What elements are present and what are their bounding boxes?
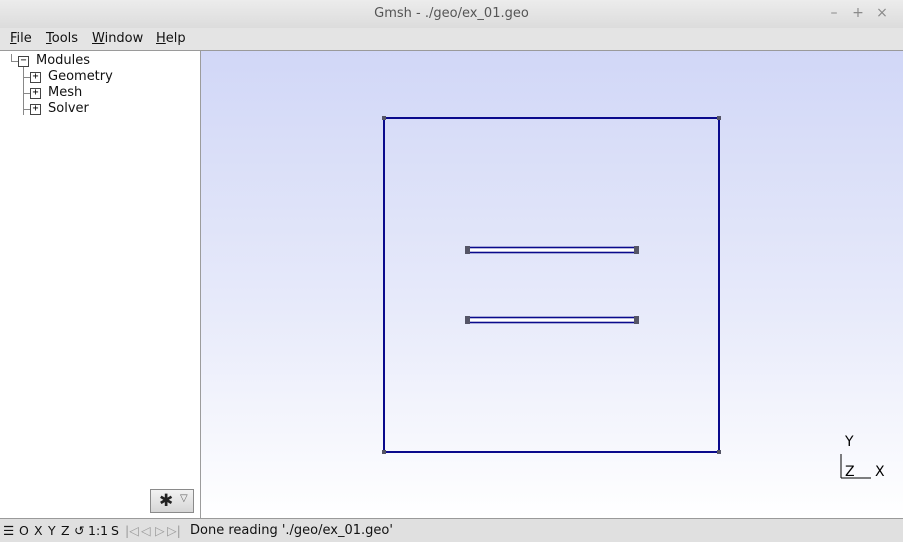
- status-message: Done reading './geo/ex_01.geo': [190, 523, 393, 538]
- axis-label-x: X: [875, 464, 885, 480]
- view-y-button[interactable]: Y: [48, 523, 56, 538]
- geometry-point[interactable]: [634, 316, 639, 324]
- menu-tools[interactable]: Tools: [46, 31, 78, 46]
- geometry-point[interactable]: [717, 450, 721, 454]
- play-icon[interactable]: ▷: [155, 523, 165, 538]
- status-bar: ☰ O X Y Z ↺ 1:1 S |◁ ◁ ▷ ▷| Done reading…: [0, 518, 903, 542]
- select-button[interactable]: S: [111, 523, 119, 538]
- geometry-point[interactable]: [382, 450, 386, 454]
- geometry-point[interactable]: [465, 316, 470, 324]
- scale-button[interactable]: 1:1: [88, 523, 108, 538]
- menu-help[interactable]: Help: [156, 31, 186, 46]
- expand-icon[interactable]: +: [30, 72, 41, 83]
- gmsh-window: Gmsh - ./geo/ex_01.geo – + × File Tools …: [0, 0, 903, 542]
- title-bar[interactable]: Gmsh - ./geo/ex_01.geo – + ×: [0, 0, 903, 29]
- dropdown-triangle-icon: ▽: [180, 493, 188, 504]
- tree-label[interactable]: Solver: [48, 101, 89, 117]
- collapse-icon[interactable]: −: [18, 56, 29, 67]
- window-title: Gmsh - ./geo/ex_01.geo: [374, 6, 529, 21]
- geometry-point[interactable]: [382, 116, 386, 120]
- menu-bar: File Tools Window Help: [0, 28, 903, 51]
- minimize-button[interactable]: –: [825, 4, 843, 22]
- geometry-point[interactable]: [717, 116, 721, 120]
- lower-slit-curve[interactable]: [467, 316, 637, 324]
- expand-icon[interactable]: +: [30, 104, 41, 115]
- upper-slit-curve[interactable]: [467, 246, 637, 254]
- first-step-icon[interactable]: |◁: [125, 523, 139, 538]
- tree-item-geometry[interactable]: + Geometry: [0, 69, 200, 85]
- previous-step-icon[interactable]: ◁: [141, 523, 151, 538]
- tree-label[interactable]: Geometry: [48, 69, 113, 85]
- tree-label[interactable]: Modules: [36, 53, 90, 69]
- module-tree-panel: − Modules + Geometry + Mesh + Solver ✱ ▽: [0, 51, 201, 518]
- menu-file[interactable]: File: [10, 31, 32, 46]
- view-x-button[interactable]: X: [34, 523, 43, 538]
- menu-window[interactable]: Window: [92, 31, 143, 46]
- maximize-button[interactable]: +: [849, 4, 867, 22]
- rotate-icon[interactable]: ↺: [74, 523, 84, 538]
- tree-item-solver[interactable]: + Solver: [0, 101, 200, 117]
- tree-label[interactable]: Mesh: [48, 85, 82, 101]
- gear-icon: ✱: [159, 491, 174, 511]
- outer-boundary-curve[interactable]: [383, 117, 720, 453]
- tree-item-modules[interactable]: − Modules: [0, 53, 200, 69]
- geometry-point[interactable]: [634, 246, 639, 254]
- view-z-button[interactable]: Z: [61, 523, 70, 538]
- options-gear-button[interactable]: ✱ ▽: [150, 489, 194, 513]
- graphics-viewport[interactable]: Y Z X: [201, 51, 903, 518]
- menu-toggle-icon[interactable]: ☰: [3, 523, 14, 538]
- tree-item-mesh[interactable]: + Mesh: [0, 85, 200, 101]
- expand-icon[interactable]: +: [30, 88, 41, 99]
- axis-label-y: Y: [844, 434, 854, 450]
- axis-label-z: Z: [845, 464, 855, 480]
- close-button[interactable]: ×: [873, 4, 891, 22]
- geometry-canvas[interactable]: Y Z X: [201, 51, 903, 518]
- last-step-icon[interactable]: ▷|: [167, 523, 181, 538]
- view-origin-button[interactable]: O: [19, 523, 29, 538]
- geometry-point[interactable]: [465, 246, 470, 254]
